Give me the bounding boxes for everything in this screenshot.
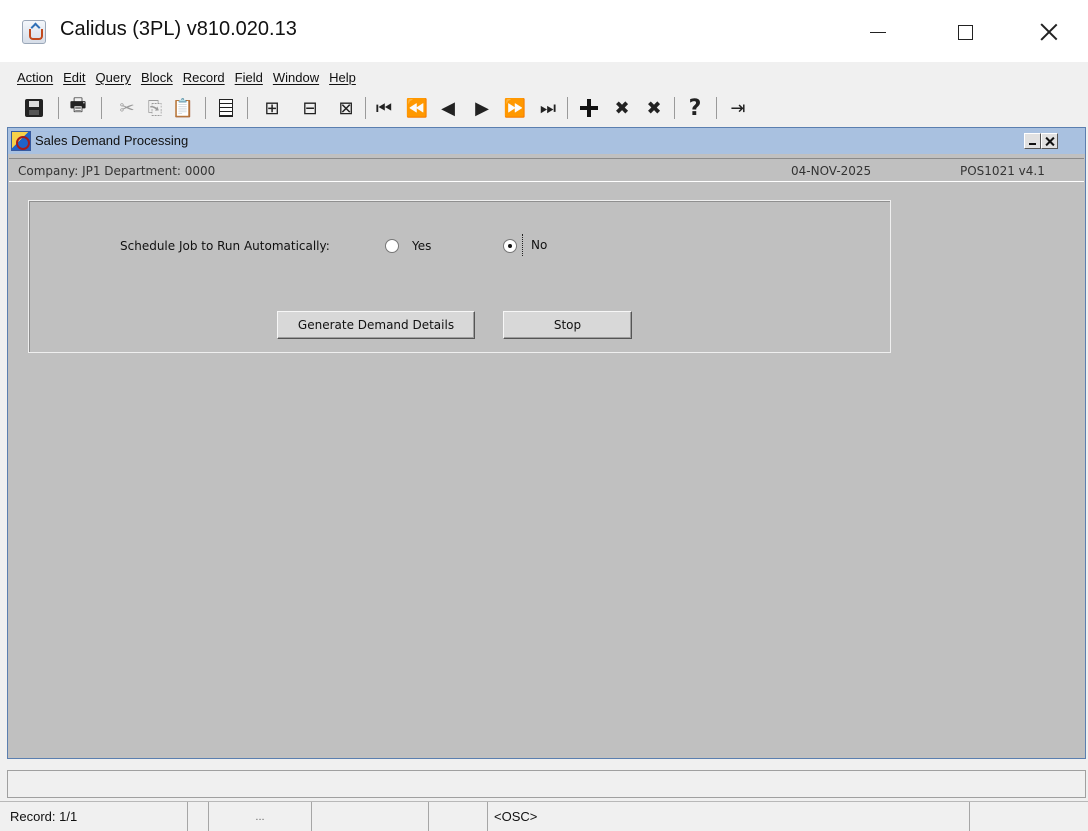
document-lines-icon bbox=[219, 99, 233, 117]
paste-icon: 📋 bbox=[171, 97, 195, 119]
schedule-label: Schedule Job to Run Automatically: bbox=[120, 239, 330, 253]
toolbar-separator bbox=[365, 97, 366, 119]
delete-record-button[interactable]: ✖ bbox=[610, 95, 634, 121]
previous-record-button[interactable]: ◀ bbox=[436, 95, 460, 121]
menu-block[interactable]: Block bbox=[141, 70, 173, 85]
delete-record-icon: ✖ bbox=[614, 97, 630, 119]
next-set-button[interactable]: ⏩ bbox=[503, 95, 527, 121]
window-title: Calidus (3PL) v810.020.13 bbox=[60, 18, 297, 40]
toolbar-separator bbox=[567, 97, 568, 119]
toolbar-separator bbox=[101, 97, 102, 119]
help-button[interactable]: ? bbox=[684, 95, 706, 121]
menu-field[interactable]: Field bbox=[235, 70, 263, 85]
exit-door-icon: ⇥ bbox=[730, 97, 746, 119]
generate-demand-details-button[interactable]: Generate Demand Details bbox=[277, 311, 475, 339]
next-set-icon: ⏩ bbox=[503, 97, 527, 119]
print-button[interactable]: 🖶 bbox=[66, 95, 90, 121]
close-button[interactable] bbox=[1026, 12, 1072, 52]
menu-help[interactable]: Help bbox=[329, 70, 356, 85]
toolbar-separator bbox=[247, 97, 248, 119]
clear-record-icon: ✖ bbox=[646, 97, 662, 119]
save-icon bbox=[25, 99, 43, 117]
minimize-icon bbox=[870, 31, 886, 33]
toolbar: 🖶 ✂ ⎘ 📋 ⊞ ⊟ ⊠ ⏮ ⏪ ◀ ▶ ⏩ ⏭ ✖ ✖ ? ⇥ bbox=[0, 92, 1088, 124]
next-record-icon: ▶ bbox=[475, 97, 489, 119]
clear-record-button[interactable]: ✖ bbox=[642, 95, 666, 121]
cancel-query-icon: ⊠ bbox=[338, 97, 354, 119]
cut-button[interactable]: ✂ bbox=[115, 95, 139, 121]
execute-query-button[interactable]: ⊟ bbox=[298, 95, 322, 121]
enter-query-icon: ⊞ bbox=[264, 97, 280, 119]
close-icon bbox=[1040, 23, 1058, 41]
toolbar-separator bbox=[716, 97, 717, 119]
menu-window[interactable]: Window bbox=[273, 70, 319, 85]
schedule-yes-radio[interactable] bbox=[385, 239, 399, 253]
menu-record[interactable]: Record bbox=[183, 70, 225, 85]
previous-set-icon: ⏪ bbox=[405, 97, 429, 119]
toolbar-separator bbox=[205, 97, 206, 119]
status-segment bbox=[429, 802, 488, 831]
toolbar-separator bbox=[58, 97, 59, 119]
plus-icon bbox=[580, 99, 598, 117]
schedule-yes-label: Yes bbox=[412, 239, 432, 253]
list-of-values-indicator[interactable]: ... bbox=[209, 802, 312, 831]
save-button[interactable] bbox=[22, 95, 46, 121]
menu-edit[interactable]: Edit bbox=[63, 70, 85, 85]
form-id: POS1021 v4.1 bbox=[960, 164, 1045, 178]
maximize-button[interactable] bbox=[942, 12, 988, 52]
menu-bar: Action Edit Query Block Record Field Win… bbox=[0, 62, 1088, 92]
print-icon: 🖶 bbox=[69, 95, 87, 116]
form-title-bar: Sales Demand Processing bbox=[8, 128, 1085, 154]
previous-set-button[interactable]: ⏪ bbox=[405, 95, 429, 121]
focus-indicator bbox=[522, 234, 523, 256]
form-window: Sales Demand Processing Company: JP1 Dep… bbox=[7, 127, 1086, 759]
form-icon bbox=[11, 131, 31, 151]
previous-record-icon: ◀ bbox=[441, 97, 455, 119]
next-record-button[interactable]: ▶ bbox=[470, 95, 494, 121]
maximize-icon bbox=[957, 24, 973, 40]
enter-query-button[interactable]: ⊞ bbox=[260, 95, 284, 121]
help-icon: ? bbox=[688, 95, 702, 121]
execute-query-icon: ⊟ bbox=[302, 97, 318, 119]
form-close-button[interactable] bbox=[1041, 133, 1058, 149]
cancel-query-button[interactable]: ⊠ bbox=[334, 95, 358, 121]
copy-icon: ⎘ bbox=[147, 97, 163, 119]
schedule-no-label: No bbox=[531, 238, 548, 252]
toolbar-separator bbox=[674, 97, 675, 119]
last-record-icon: ⏭ bbox=[539, 97, 557, 119]
status-segment bbox=[970, 802, 1088, 831]
paste-button[interactable]: 📋 bbox=[171, 95, 195, 121]
last-record-button[interactable]: ⏭ bbox=[536, 95, 560, 121]
schedule-no-radio[interactable] bbox=[503, 239, 517, 253]
company-department-label: Company: JP1 Department: 0000 bbox=[18, 164, 216, 178]
first-record-button[interactable]: ⏮ bbox=[372, 95, 396, 121]
processing-panel: Schedule Job to Run Automatically: Yes N… bbox=[28, 200, 891, 353]
form-minimize-button[interactable] bbox=[1024, 133, 1041, 149]
menu-action[interactable]: Action bbox=[17, 70, 53, 85]
form-title: Sales Demand Processing bbox=[35, 133, 189, 148]
mode-indicator: <OSC> bbox=[488, 802, 970, 831]
message-hint-bar bbox=[7, 770, 1086, 798]
record-counter: Record: 1/1 bbox=[8, 802, 188, 831]
insert-record-button[interactable] bbox=[577, 95, 601, 121]
context-bar: Company: JP1 Department: 0000 04-NOV-202… bbox=[9, 158, 1084, 182]
edit-field-button[interactable] bbox=[214, 95, 238, 121]
java-app-icon[interactable] bbox=[22, 20, 46, 44]
window-title-bar: Calidus (3PL) v810.020.13 bbox=[0, 0, 1088, 62]
status-segment bbox=[188, 802, 209, 831]
status-bar: Record: 1/1 ... <OSC> bbox=[0, 801, 1088, 831]
menu-query[interactable]: Query bbox=[96, 70, 131, 85]
stop-button[interactable]: Stop bbox=[503, 311, 632, 339]
exit-button[interactable]: ⇥ bbox=[726, 95, 750, 121]
copy-button[interactable]: ⎘ bbox=[143, 95, 167, 121]
status-segment bbox=[312, 802, 429, 831]
first-record-icon: ⏮ bbox=[375, 97, 393, 119]
cut-icon: ✂ bbox=[119, 97, 135, 119]
current-date: 04-NOV-2025 bbox=[791, 164, 872, 178]
minimize-button[interactable] bbox=[855, 12, 901, 52]
